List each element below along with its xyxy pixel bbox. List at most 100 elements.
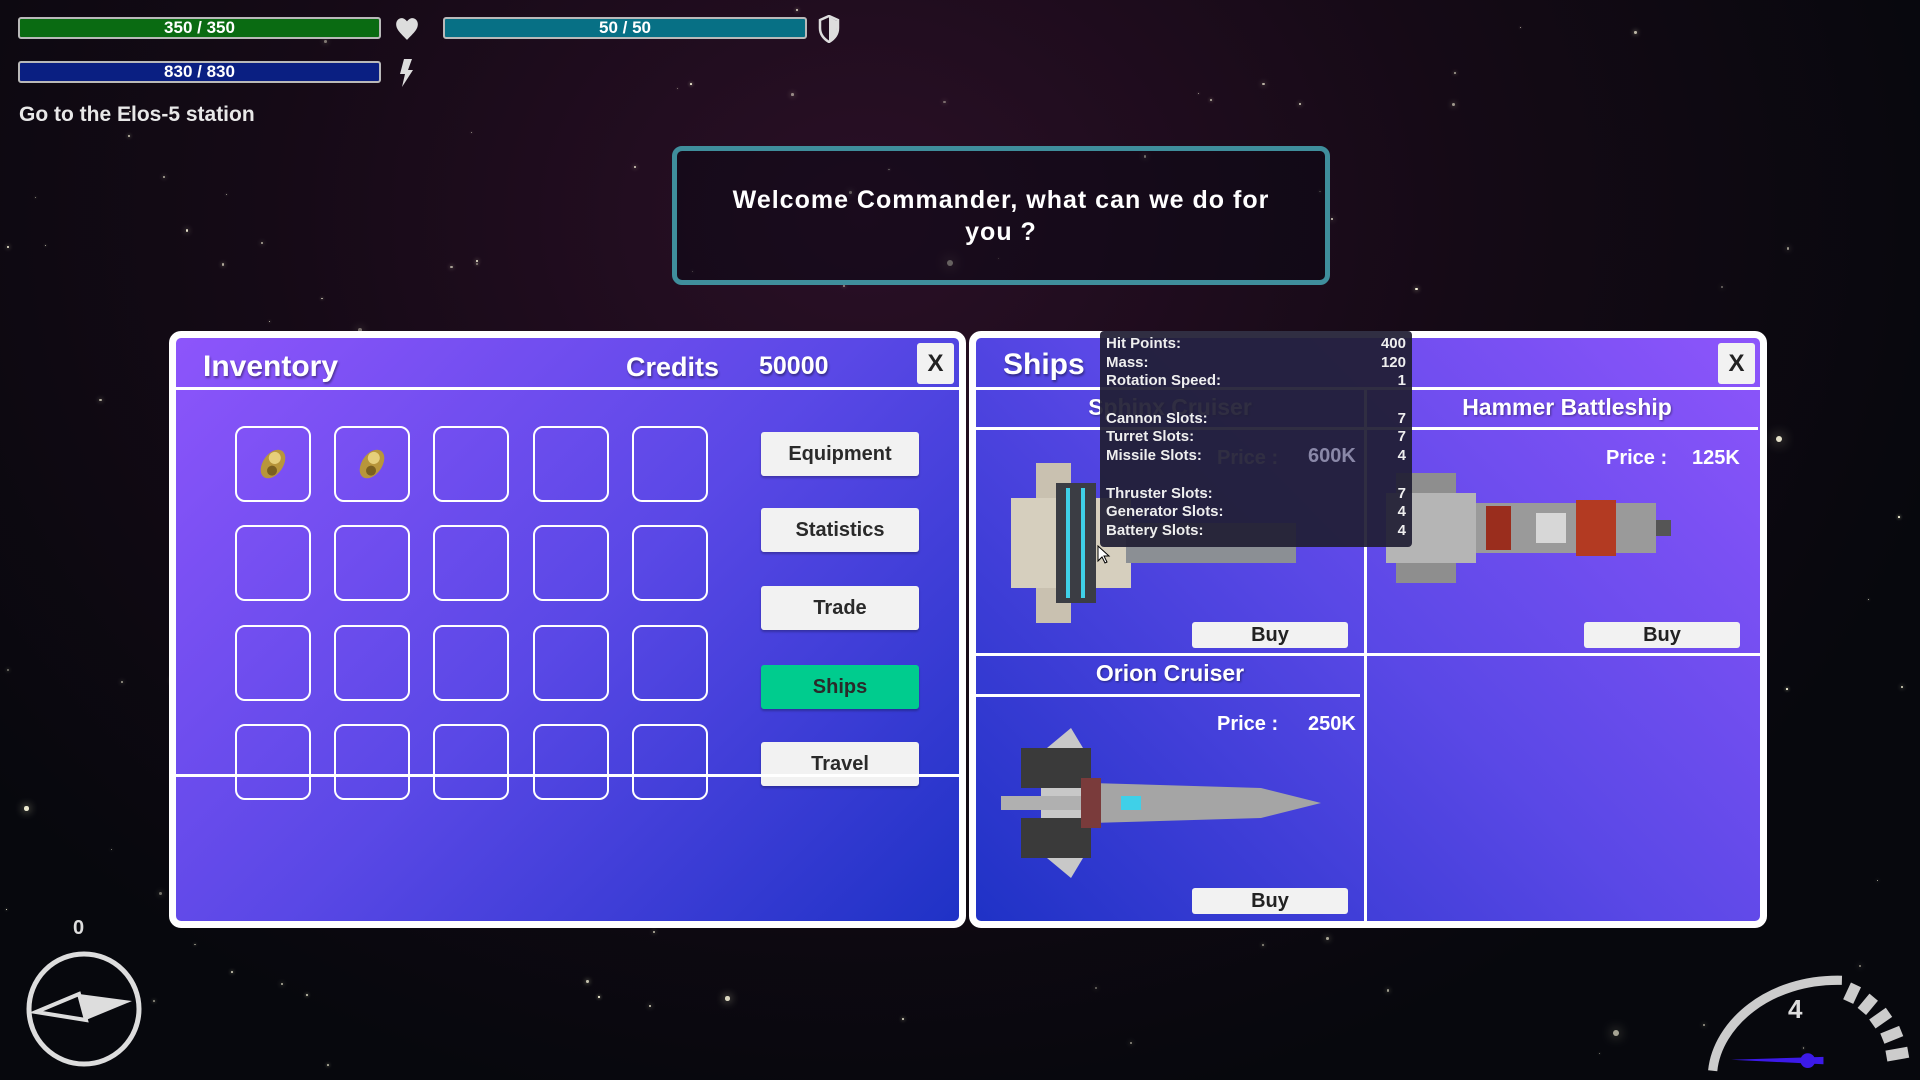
star — [305, 993, 308, 996]
stat-value: 4 — [1397, 503, 1406, 521]
inventory-slot[interactable] — [632, 724, 708, 800]
star — [99, 398, 102, 401]
stat-row — [1106, 391, 1406, 410]
stat-value: 7 — [1397, 409, 1406, 427]
star — [1876, 879, 1879, 882]
stat-label: Missile Slots: — [1106, 447, 1202, 465]
inventory-slot[interactable] — [533, 525, 609, 601]
star — [321, 297, 323, 299]
inventory-slot[interactable] — [334, 525, 410, 601]
dialog-text: Welcome Commander, what can we do for yo… — [732, 185, 1270, 246]
ore-item-icon — [359, 449, 385, 479]
menu-button-equipment[interactable]: Equipment — [761, 432, 919, 476]
ships-close-button[interactable]: X — [1718, 343, 1755, 384]
credits-label: Credits — [626, 352, 720, 382]
star — [648, 1004, 651, 1008]
star — [261, 241, 264, 245]
inventory-slot[interactable] — [533, 724, 609, 800]
star — [194, 943, 196, 946]
stat-row: Rotation Speed: 1 — [1106, 372, 1406, 391]
star — [652, 931, 656, 934]
stat-label: Rotation Speed: — [1106, 372, 1221, 390]
menu-button-travel[interactable]: Travel — [761, 742, 919, 786]
inventory-slot[interactable] — [632, 625, 708, 701]
star — [230, 970, 233, 973]
star — [1386, 989, 1390, 992]
star — [1210, 98, 1213, 101]
dialog-box: Welcome Commander, what can we do for yo… — [672, 146, 1330, 285]
star — [7, 669, 9, 672]
divider — [976, 694, 1360, 697]
stat-row — [1106, 466, 1406, 485]
inventory-slot[interactable] — [334, 625, 410, 701]
buy-orion-cruiser-button[interactable]: Buy — [1192, 888, 1348, 914]
inventory-slot[interactable] — [632, 525, 708, 601]
inventory-slot[interactable] — [533, 625, 609, 701]
star — [1897, 516, 1900, 518]
orion-cruiser-image[interactable] — [1001, 728, 1331, 878]
stat-row: Generator Slots: 4 — [1106, 503, 1406, 522]
star — [1262, 82, 1265, 86]
stat-row: Battery Slots: 4 — [1106, 522, 1406, 541]
inventory-slot[interactable] — [533, 426, 609, 502]
lightning-icon — [400, 59, 413, 87]
divider — [176, 387, 959, 390]
inventory-slot[interactable] — [334, 426, 410, 502]
star — [1867, 599, 1869, 601]
star — [725, 996, 730, 1001]
star — [1451, 103, 1455, 107]
stat-label: Battery Slots: — [1106, 521, 1204, 539]
hammer-battleship-image[interactable] — [1386, 468, 1676, 588]
star — [634, 165, 637, 168]
divider — [976, 653, 1760, 656]
ship-price: 600K — [1308, 445, 1356, 467]
star — [1326, 936, 1330, 940]
star — [902, 1018, 904, 1021]
stat-value: 1 — [1397, 372, 1406, 390]
star — [1519, 26, 1521, 28]
stat-value: 7 — [1397, 428, 1406, 446]
star — [120, 680, 124, 684]
ore-item-icon — [260, 449, 286, 479]
inventory-slot[interactable] — [433, 625, 509, 701]
menu-button-ships[interactable]: Ships — [761, 665, 919, 709]
shield-icon — [818, 15, 840, 43]
inventory-slot[interactable] — [235, 724, 311, 800]
star — [1094, 986, 1098, 990]
inventory-slot[interactable] — [235, 426, 311, 502]
inventory-slot[interactable] — [433, 525, 509, 601]
menu-button-statistics[interactable]: Statistics — [761, 508, 919, 552]
star — [476, 259, 479, 262]
star — [110, 848, 113, 851]
star — [6, 245, 9, 248]
star — [1599, 1052, 1601, 1054]
star — [24, 806, 29, 811]
compass-icon — [26, 951, 142, 1067]
menu-button-trade[interactable]: Trade — [761, 586, 919, 630]
inventory-slot[interactable] — [433, 426, 509, 502]
star — [159, 891, 163, 895]
inventory-slot[interactable] — [235, 525, 311, 601]
star — [796, 9, 799, 12]
energy-bar: 830 / 830 — [18, 61, 381, 83]
star — [127, 134, 130, 137]
star — [1720, 285, 1724, 289]
inventory-slot[interactable] — [334, 724, 410, 800]
inventory-close-button[interactable]: X — [917, 343, 954, 384]
star — [221, 263, 224, 266]
star — [152, 1000, 155, 1003]
star — [269, 320, 271, 323]
buy-hammer-battleship-button[interactable]: Buy — [1584, 622, 1740, 648]
star — [843, 285, 846, 288]
divider — [176, 774, 959, 777]
star — [1775, 435, 1782, 443]
stat-value: 120 — [1380, 353, 1406, 371]
inventory-slot[interactable] — [235, 625, 311, 701]
buy-sphinx-cruiser-button[interactable]: Buy — [1192, 622, 1348, 648]
stat-label: Thruster Slots: — [1106, 484, 1213, 502]
inventory-slot[interactable] — [632, 426, 708, 502]
star — [225, 193, 228, 195]
star — [1262, 943, 1265, 946]
inventory-slot[interactable] — [433, 724, 509, 800]
shield-bar: 50 / 50 — [443, 17, 807, 39]
